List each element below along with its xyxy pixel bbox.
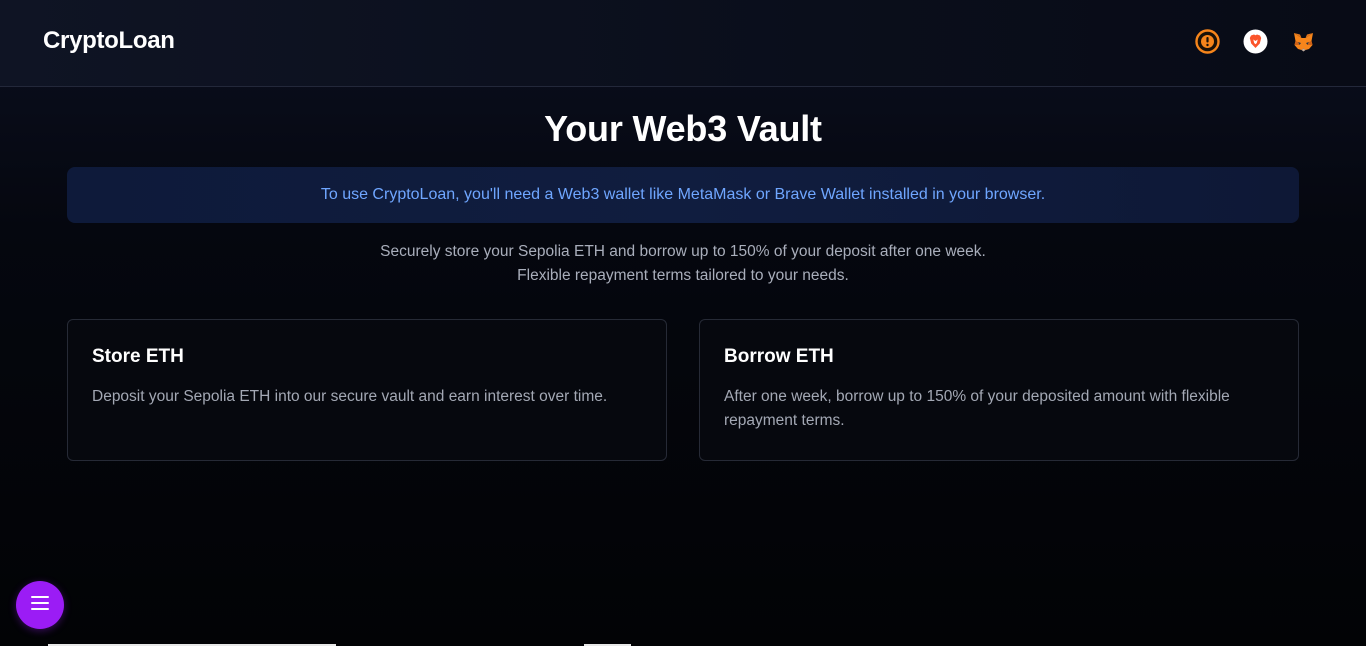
menu-button[interactable]	[16, 581, 64, 629]
description-line-2: Flexible repayment terms tailored to you…	[517, 267, 849, 284]
store-eth-title: Store ETH	[92, 346, 184, 367]
top-navbar: CryptoLoan	[0, 0, 1366, 87]
brand-logo-text[interactable]: CryptoLoan	[43, 27, 175, 55]
metamask-alert-icon[interactable]	[1195, 29, 1220, 54]
page-title: Your Web3 Vault	[544, 108, 822, 149]
borrow-eth-title: Borrow ETH	[724, 346, 834, 367]
borrow-eth-text: After one week, borrow up to 150% of you…	[724, 388, 1230, 429]
description-line-1: Securely store your Sepolia ETH and borr…	[380, 243, 986, 260]
borrow-eth-card: Borrow ETH After one week, borrow up to …	[699, 319, 1299, 461]
menu-icon	[31, 595, 49, 615]
store-eth-card: Store ETH Deposit your Sepolia ETH into …	[67, 319, 667, 461]
vault-description: Securely store your Sepolia ETH and borr…	[0, 240, 1366, 288]
wallet-required-notice: To use CryptoLoan, you'll need a Web3 wa…	[67, 167, 1299, 223]
notice-text: To use CryptoLoan, you'll need a Web3 wa…	[320, 186, 1046, 203]
wallet-icons-group	[1195, 29, 1316, 54]
brave-lion-icon[interactable]	[1243, 29, 1268, 54]
store-eth-text: Deposit your Sepolia ETH into our secure…	[92, 388, 608, 405]
metamask-fox-icon[interactable]	[1291, 29, 1316, 54]
